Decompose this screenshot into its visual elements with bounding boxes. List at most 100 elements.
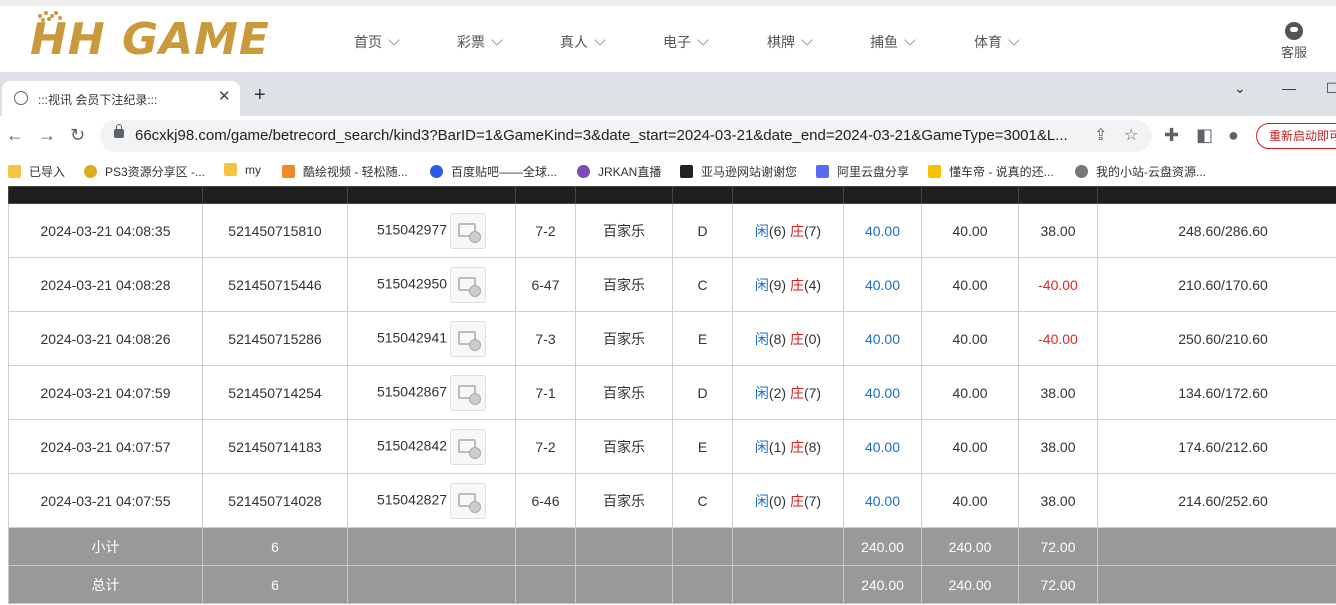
- valid-bet: 40.00: [921, 365, 1019, 420]
- empty-cell: [575, 565, 673, 604]
- result-cell: 闲(0) 庄(7): [732, 473, 844, 528]
- new-tab-button[interactable]: +: [254, 85, 266, 105]
- site-logo[interactable]: HH GAME: [30, 10, 298, 68]
- paw-icon: [430, 165, 443, 178]
- video-replay-icon[interactable]: [450, 482, 487, 519]
- subtotal-label: 小计: [8, 527, 203, 566]
- globe-icon: [1075, 165, 1088, 178]
- video-replay-icon[interactable]: [450, 374, 487, 411]
- video-replay-icon[interactable]: [450, 212, 487, 249]
- nav-label: 体育: [974, 34, 1002, 50]
- bet-time: 2024-03-21 04:08:28: [8, 257, 203, 312]
- bookmark-label: 我的小站-云盘资源...: [1096, 165, 1206, 179]
- amazon-icon: [680, 165, 693, 178]
- header-cell: [921, 186, 1019, 204]
- empty-cell: [672, 565, 733, 604]
- nav-item-sports[interactable]: 体育: [974, 32, 1020, 52]
- game-number-cell: 515042827: [347, 473, 516, 528]
- nav-label: 电子: [663, 34, 691, 50]
- total-row: 总计 6 240.00 240.00 72.00: [8, 565, 1336, 604]
- share-icon[interactable]: ⇪: [1094, 125, 1107, 145]
- video-replay-icon[interactable]: [450, 428, 487, 465]
- valid-bet: 40.00: [921, 419, 1019, 474]
- profile-icon[interactable]: ●: [1228, 125, 1239, 145]
- url-text[interactable]: 66cxkj98.com/game/betrecord_search/kind3…: [135, 127, 1085, 144]
- table-code: D: [672, 365, 733, 420]
- bookmark-amazon[interactable]: 亚马逊网站谢谢您: [680, 163, 797, 180]
- nav-item-home[interactable]: 首页: [354, 32, 400, 52]
- bookmark-cloud[interactable]: 我的小站-云盘资源...: [1075, 163, 1206, 180]
- banker-score: (7): [803, 222, 822, 239]
- bookmark-tieba[interactable]: 百度贴吧——全球...: [430, 163, 557, 180]
- reload-icon[interactable]: ↻: [70, 125, 85, 145]
- result-cell: 闲(2) 庄(7): [732, 365, 844, 420]
- banker-label: 庄: [789, 438, 804, 455]
- bet-amount: 40.00: [843, 203, 922, 258]
- video-replay-icon[interactable]: [450, 320, 487, 357]
- empty-cell: [732, 565, 844, 604]
- game-name: 百家乐: [575, 311, 673, 366]
- bet-record-table: 2024-03-21 04:08:35 521450715810 515042977…: [8, 186, 1336, 604]
- nav-item-live[interactable]: 真人: [560, 32, 606, 52]
- order-number: 521450714028: [202, 473, 348, 528]
- logo-text: HH GAME: [30, 14, 270, 65]
- bookmark-imported[interactable]: 已导入: [8, 163, 65, 180]
- video-replay-icon[interactable]: [450, 266, 487, 303]
- game-number: 515042842: [376, 437, 448, 454]
- banker-label: 庄: [789, 384, 804, 401]
- player-score: (9): [768, 276, 787, 293]
- bookmark-jrkan[interactable]: JRKAN直播: [577, 163, 661, 180]
- bookmark-ps3[interactable]: PS3资源分享区 -...: [84, 163, 205, 180]
- extensions-icon[interactable]: ✚: [1164, 125, 1179, 145]
- star-icon[interactable]: ☆: [1124, 125, 1138, 145]
- bookmark-my[interactable]: my: [224, 163, 261, 177]
- empty-cell: [1097, 527, 1336, 566]
- balance: 214.60/252.60: [1097, 473, 1336, 528]
- win-loss: 38.00: [1018, 419, 1098, 474]
- player-score: (6): [768, 222, 787, 239]
- restart-button[interactable]: 重新启动即可: [1256, 123, 1336, 149]
- order-number: 521450715446: [202, 257, 348, 312]
- game-number-cell: 515042842: [347, 419, 516, 474]
- subtotal-valid: 240.00: [921, 527, 1019, 566]
- round-number: 6-47: [515, 257, 576, 312]
- back-icon[interactable]: ←: [6, 125, 24, 145]
- valid-bet: 40.00: [921, 473, 1019, 528]
- side-panel-icon[interactable]: ◧: [1196, 125, 1213, 145]
- nav-item-lottery[interactable]: 彩票: [457, 32, 503, 52]
- forward-icon[interactable]: →: [38, 125, 56, 145]
- tab-title: :::视讯 会员下注纪录:::: [38, 93, 158, 107]
- bookmark-aliyun[interactable]: 阿里云盘分享: [816, 163, 909, 180]
- chevron-down-icon: [594, 34, 606, 46]
- nav-item-slots[interactable]: 电子: [663, 32, 709, 52]
- bookmark-dongchedi[interactable]: 懂车帝 - 说真的还...: [928, 163, 1054, 180]
- tab-search-icon[interactable]: ⌄: [1234, 80, 1246, 97]
- address-bar[interactable]: 66cxkj98.com/game/betrecord_search/kind3…: [100, 120, 1152, 152]
- empty-cell: [515, 565, 576, 604]
- result-cell: 闲(1) 庄(8): [732, 419, 844, 474]
- bookmark-label: 阿里云盘分享: [837, 165, 910, 179]
- game-name: 百家乐: [575, 365, 673, 420]
- bet-amount: 40.00: [843, 311, 922, 366]
- header-cell: [347, 186, 516, 204]
- browser-tab[interactable]: :::视讯 会员下注纪录::: ✕: [2, 81, 240, 116]
- bookmark-favicon-icon: [928, 165, 941, 178]
- nav-item-chess[interactable]: 棋牌: [767, 32, 813, 52]
- nav-label: 彩票: [457, 34, 485, 50]
- bookmark-video[interactable]: 酷绘视频 - 轻松随...: [282, 163, 408, 180]
- chevron-down-icon: [904, 34, 916, 46]
- maximize-icon[interactable]: ☐: [1326, 80, 1336, 97]
- close-icon[interactable]: ✕: [218, 87, 231, 105]
- customer-service-button[interactable]: 客服: [1274, 22, 1314, 61]
- round-number: 7-3: [515, 311, 576, 366]
- banker-score: (7): [803, 492, 822, 509]
- bookmark-favicon-icon: [577, 165, 590, 178]
- total-bet: 240.00: [843, 565, 922, 604]
- table-code: E: [672, 419, 733, 474]
- minimize-icon[interactable]: —: [1282, 80, 1296, 96]
- header-cell: [202, 186, 348, 204]
- table-row: 2024-03-21 04:07:55 521450714028 515042827…: [8, 473, 1336, 528]
- chevron-down-icon: [1008, 34, 1020, 46]
- nav-item-fishing[interactable]: 捕鱼: [870, 32, 916, 52]
- bookmark-label: 酷绘视频 - 轻松随...: [303, 165, 408, 179]
